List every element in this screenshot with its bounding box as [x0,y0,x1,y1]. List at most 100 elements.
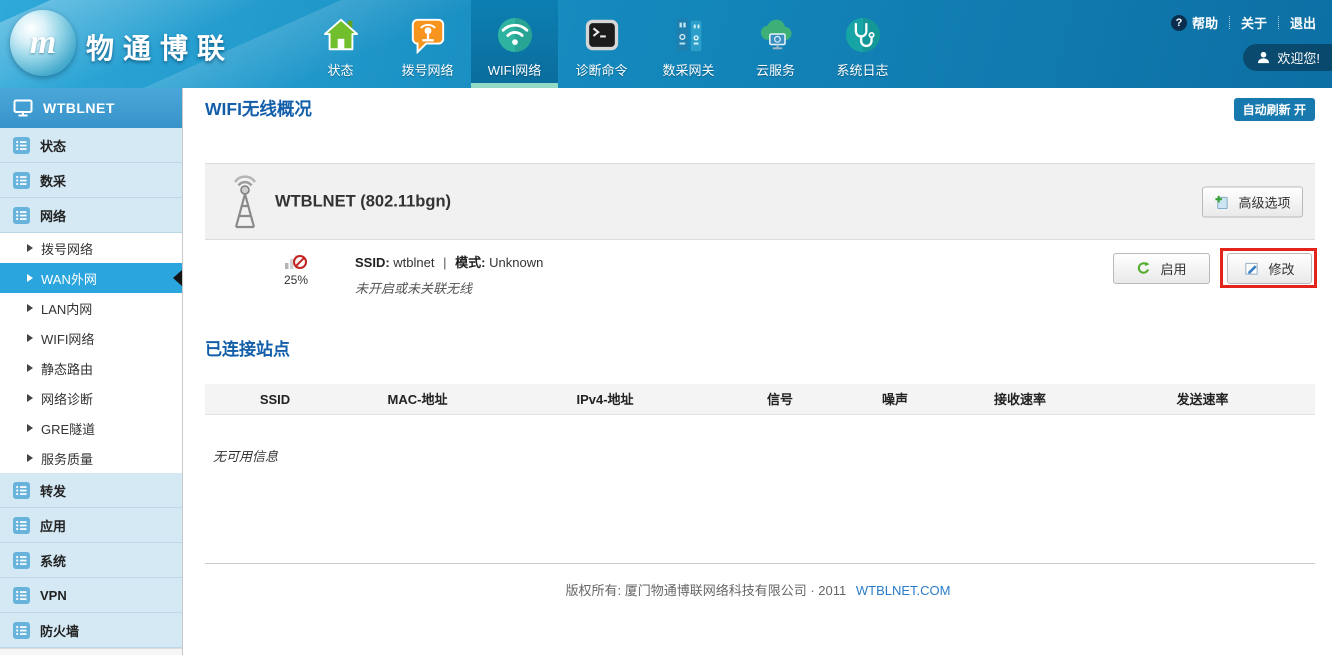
modify-button[interactable]: 修改 [1227,253,1312,284]
sidebar-item-label: 静态路由 [41,359,93,378]
list-icon [13,622,30,639]
logout-label: 退出 [1290,13,1316,32]
about-link[interactable]: 关于 [1241,13,1267,32]
divider [1278,16,1279,29]
advanced-options-icon [1214,194,1229,209]
topnav-tab-label: 云服务 [756,60,795,79]
topnav-tab-label: WIFI网络 [488,60,541,79]
sidebar-item-label: LAN内网 [41,299,92,318]
sidebar-item-1[interactable]: 状态 [0,128,182,163]
list-icon [13,552,30,569]
topnav-tab-5[interactable]: 数采网关 [645,0,732,88]
sidebar-item-label: GRE隧道 [41,419,95,438]
about-label: 关于 [1241,13,1267,32]
arrow-right-icon [27,244,33,252]
sidebar-item-12[interactable]: 转发 [0,473,182,508]
arrow-right-icon [27,394,33,402]
sidebar-item-8[interactable]: 静态路由 [0,353,182,383]
auto-refresh-toggle[interactable]: 自动刷新 开 [1234,98,1315,121]
topnav-tab-2[interactable]: 拨号网络 [384,0,471,88]
topnav-tab-4[interactable]: 诊断命令 [558,0,645,88]
modify-label: 修改 [1268,259,1294,278]
topnav-tab-7[interactable]: 系统日志 [819,0,906,88]
help-label: 帮助 [1192,13,1218,32]
sidebar-item-label: WAN外网 [41,269,97,288]
antenna-icon [223,175,267,231]
sidebar-item-16[interactable]: 防火墙 [0,613,182,648]
divider [1229,16,1230,29]
device-name: WTBLNET [43,100,115,116]
enable-label: 启用 [1160,259,1186,278]
table-column-header: IPv4-地址 [490,384,720,414]
ssid-info: SSID: wtblnet | 模式: Unknown 未开启或未关联无线 [355,252,543,297]
ssid-label: SSID: [355,255,390,270]
logout-link[interactable]: 退出 [1290,13,1316,32]
home-icon [322,16,360,54]
sidebar-item-5[interactable]: WAN外网 [0,263,182,293]
sidebar-item-7[interactable]: WIFI网络 [0,323,182,353]
list-icon [13,482,30,499]
divider: | [443,255,446,270]
ssid-value: wtblnet [393,255,434,270]
sidebar-group-label: VPN [40,588,67,603]
arrow-right-icon [27,334,33,342]
topnav-tab-6[interactable]: 云服务 [732,0,819,88]
top-header: m 物通博联 状态拨号网络WIFI网络诊断命令数采网关云服务系统日志 ? 帮助 … [0,0,1332,88]
monitor-icon [13,99,33,117]
wifi-network-title: WTBLNET (802.11bgn) [275,192,451,211]
topnav-tab-label: 诊断命令 [575,60,627,79]
topnav-tab-label: 系统日志 [836,60,888,79]
sidebar-item-3[interactable]: 网络 [0,198,182,233]
help-icon: ? [1171,15,1187,31]
edit-icon [1244,261,1259,276]
sidebar-group-label: 数采 [40,171,66,190]
sidebar-group-label: 转发 [40,481,66,500]
terminal-icon [583,16,621,54]
sidebar-item-15[interactable]: VPN [0,578,182,613]
sidebar-item-11[interactable]: 服务质量 [0,443,182,473]
arrow-right-icon [27,424,33,432]
arrow-right-icon [27,304,33,312]
sidebar-item-14[interactable]: 系统 [0,543,182,578]
wifi-status-text: 未开启或未关联无线 [355,278,543,297]
sidebar-item-9[interactable]: 网络诊断 [0,383,182,413]
brand-logo-icon: m [10,10,76,76]
sidebar-item-2[interactable]: 数采 [0,163,182,198]
list-icon [13,517,30,534]
sidebar-group-label: 状态 [40,136,66,155]
sidebar-filler [0,648,182,655]
table-column-header: SSID [205,384,345,414]
sidebar: WTBLNET 状态数采网络拨号网络 WAN外网 LAN内网 WIFI网络静态路由网络… [0,88,183,655]
wifi-status-row: 25% SSID: wtblnet | 模式: Unknown 未开启或未关联无… [205,240,1315,318]
welcome-badge[interactable]: 欢迎您! [1243,44,1332,71]
wifi-icon [496,16,534,54]
arrow-right-icon [27,274,33,282]
arrow-right-icon [27,454,33,462]
sidebar-item-6[interactable]: LAN内网 [0,293,182,323]
main-content: WIFI无线概况 自动刷新 开 WTBLNET (802.11bgn) 高级选项 [184,88,1332,655]
top-utility-links: ? 帮助 关于 退出 [1171,13,1316,32]
footer: 版权所有: 厦门物通博联网络科技有限公司 · 2011 WTBLNET.COM [184,580,1332,599]
wifi-overview-panel: WTBLNET (802.11bgn) 高级选项 [205,163,1315,240]
sidebar-group-label: 系统 [40,551,66,570]
topnav-tab-3[interactable]: WIFI网络 [471,0,558,88]
sidebar-item-label: 拨号网络 [41,239,93,258]
dial-icon [409,16,447,54]
enable-button[interactable]: 启用 [1113,253,1210,284]
mode-value: Unknown [489,255,543,270]
sidebar-item-4[interactable]: 拨号网络 [0,233,182,263]
help-link[interactable]: ? 帮助 [1171,13,1218,32]
advanced-options-button[interactable]: 高级选项 [1202,186,1303,217]
signal-indicator: 25% [279,250,313,287]
advanced-options-label: 高级选项 [1238,192,1290,211]
sidebar-item-13[interactable]: 应用 [0,508,182,543]
welcome-label: 欢迎您! [1277,48,1320,67]
sidebar-item-10[interactable]: GRE隧道 [0,413,182,443]
topnav-tab-1[interactable]: 状态 [297,0,384,88]
sidebar-group-label: 网络 [40,206,66,225]
table-column-header: 发送速率 [1090,384,1315,414]
topnav-tab-label: 数采网关 [662,60,714,79]
table-column-header: 噪声 [840,384,950,414]
footer-link[interactable]: WTBLNET.COM [856,583,951,598]
table-column-header: MAC-地址 [345,384,490,414]
